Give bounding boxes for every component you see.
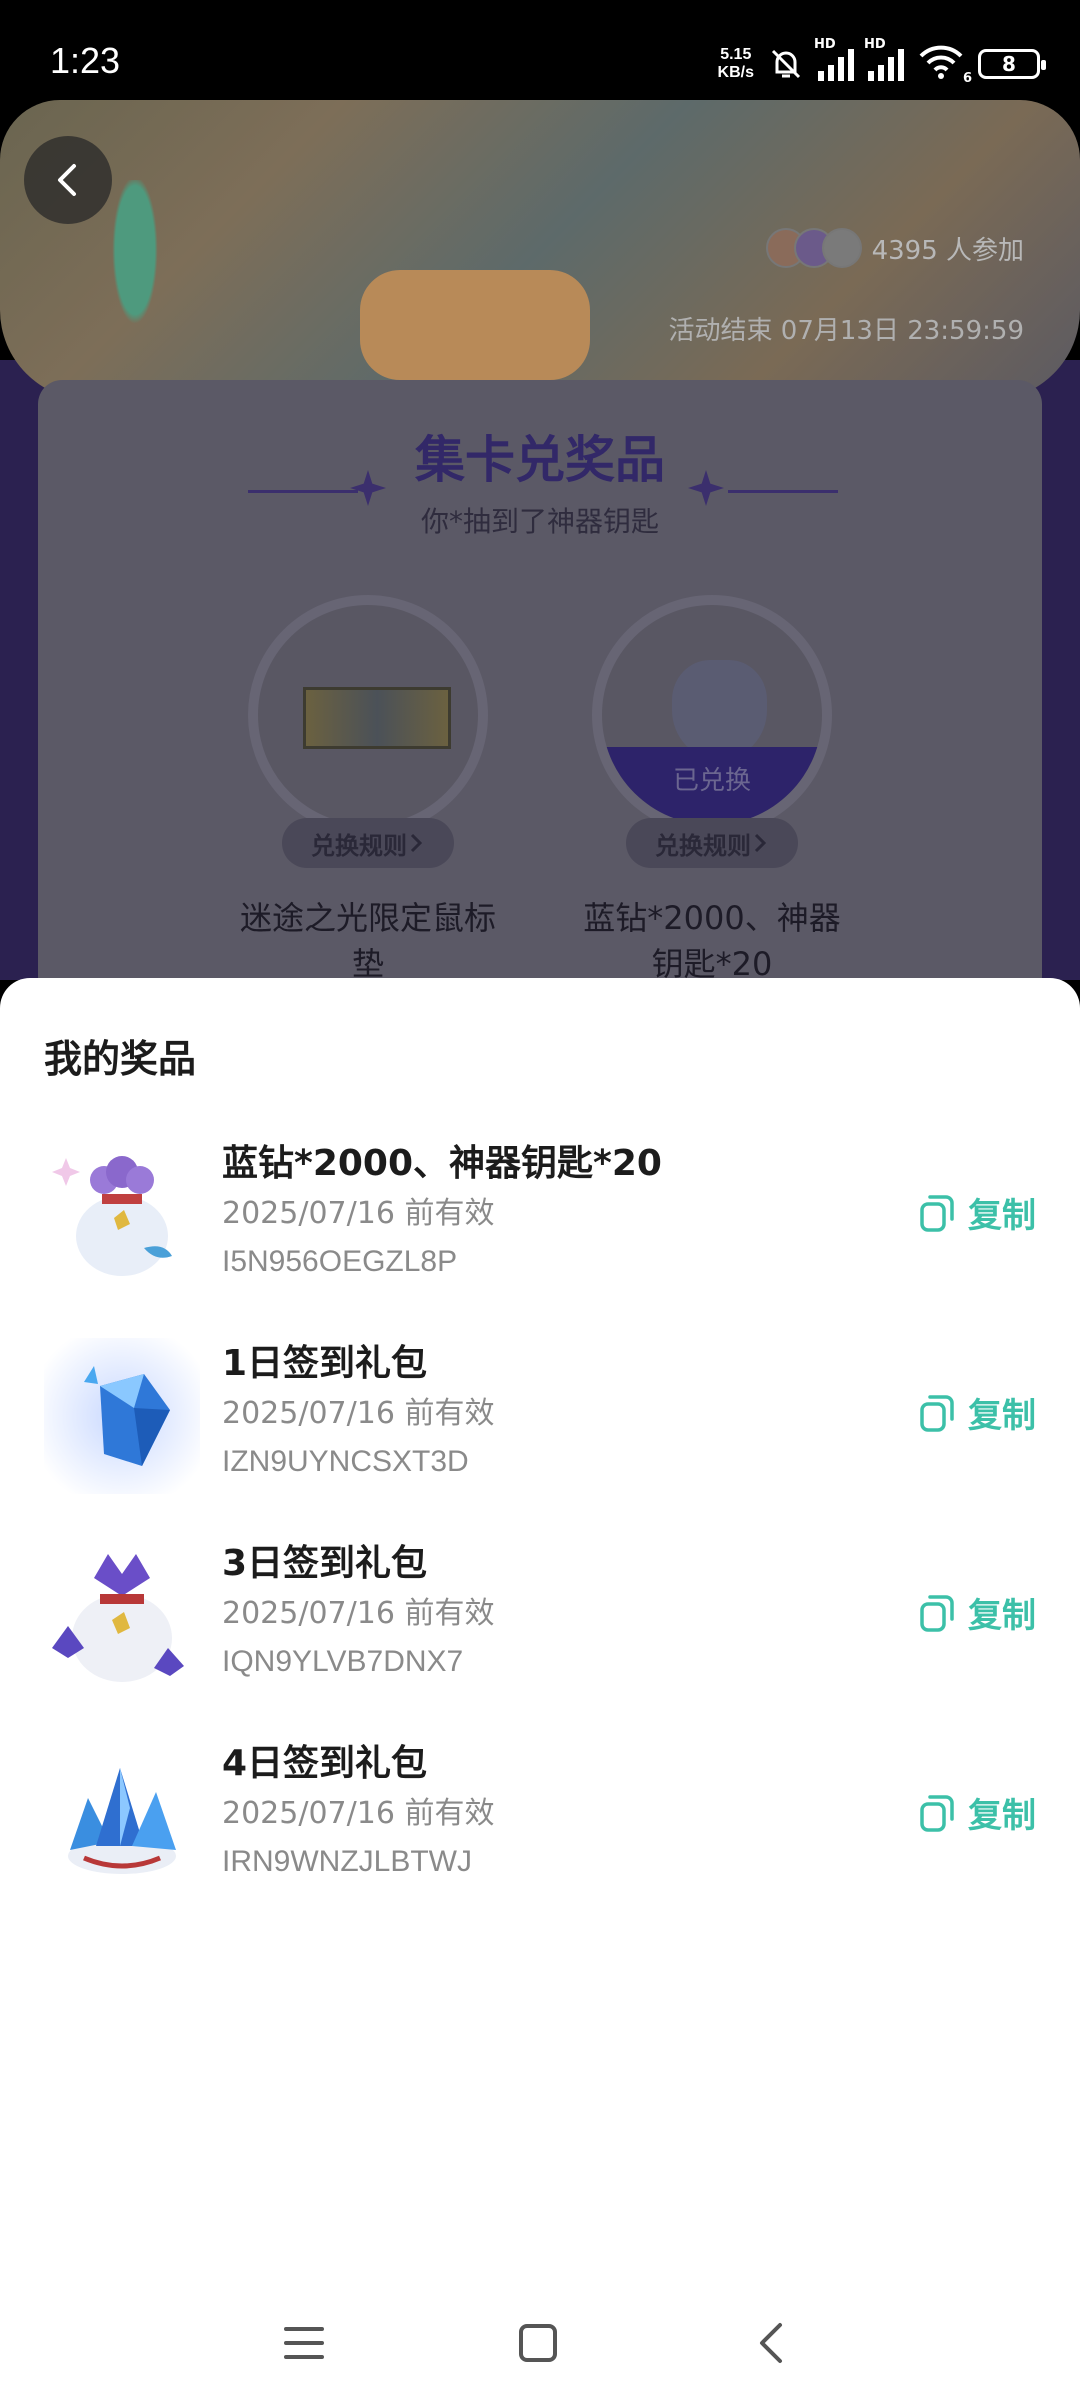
system-navigation-bar (0, 2283, 1080, 2403)
rule-label: 兑换规则 (311, 831, 407, 860)
prize-list-item: 蓝钻*2000、神器钥匙*20 2025/07/16 前有效 I5N956OEG… (0, 1138, 1080, 1318)
gift-bag-thumbnail (52, 1156, 172, 1276)
prize-info: 1日签到礼包 2025/07/16 前有效 IZN9UYNCSXT3D (222, 1338, 494, 1486)
copy-icon (920, 1794, 954, 1832)
chevron-left-icon (58, 164, 76, 196)
crystal-thumbnail (44, 1338, 200, 1494)
hd1-label: HD (814, 37, 836, 52)
prize-info: 3日签到礼包 2025/07/16 前有效 IQN9YLVB7DNX7 (222, 1538, 494, 1686)
prize-code: IQN9YLVB7DNX7 (222, 1645, 464, 1678)
battery-icon: 8 (978, 49, 1046, 79)
prize-expiry: 2025/07/16 前有效 (222, 1196, 495, 1231)
title-line-right (728, 490, 838, 493)
net-speed-unit: KB/s (717, 64, 754, 81)
prize-code: IZN9UYNCSXT3D (222, 1445, 469, 1478)
panel-title: 集卡兑奖品 (38, 420, 1042, 506)
prize-title: 1日签到礼包 (222, 1343, 428, 1384)
prize-list-item: 3日签到礼包 2025/07/16 前有效 IQN9YLVB7DNX7 复制 (0, 1538, 1080, 1718)
participants-info: 4395 人参加 (765, 228, 1024, 268)
prize-title: 3日签到礼包 (222, 1543, 428, 1584)
gift-bag-picture (672, 660, 767, 760)
banner-artwork-drink (95, 180, 175, 380)
menu-icon (284, 2327, 324, 2359)
prize-expiry: 2025/07/16 前有效 (222, 1796, 495, 1831)
back-button[interactable] (24, 136, 112, 224)
mute-bell-icon (771, 49, 801, 79)
prize-code: I5N956OEGZL8P (222, 1245, 458, 1278)
status-icons: 5.15 KB/s HD HD 6 8 (718, 37, 1046, 88)
copy-button[interactable]: 复制 (918, 1588, 1036, 1637)
prize-title: 蓝钻*2000、神器钥匙*20 (222, 1143, 662, 1184)
prize-mousepad-image[interactable] (248, 595, 488, 835)
copy-icon (920, 1594, 954, 1632)
wifi-icon: 6 (918, 44, 972, 86)
collect-cards-panel: 集卡兑奖品 你*抽到了神器钥匙 兑换规则 迷途之光限定鼠标垫 已兑换 兑换规则 … (38, 380, 1042, 1000)
prize-expiry: 2025/07/16 前有效 (222, 1596, 495, 1631)
copy-button[interactable]: 复制 (918, 1388, 1036, 1437)
panel-title-text: 集卡兑奖品 (415, 431, 665, 489)
prize-info: 蓝钻*2000、神器钥匙*20 2025/07/16 前有效 I5N956OEG… (222, 1138, 662, 1286)
copy-button[interactable]: 复制 (918, 1188, 1036, 1237)
panel-subtitle: 你*抽到了神器钥匙 (420, 505, 659, 538)
gift-bag-thumbnail (52, 1554, 184, 1682)
prize-list-item: 4日签到礼包 2025/07/16 前有效 IRN9WNZJLBTWJ 复制 (0, 1738, 1080, 1918)
home-button[interactable] (514, 2319, 562, 2367)
prize-title: 4日签到礼包 (222, 1743, 428, 1784)
battery-level: 8 (1002, 52, 1016, 76)
exchange-rule-button[interactable]: 兑换规则 (626, 818, 798, 868)
prize-code: IRN9WNZJLBTWJ (222, 1845, 472, 1878)
rule-label: 兑换规则 (655, 831, 751, 860)
prize-list-item: 1日签到礼包 2025/07/16 前有效 IZN9UYNCSXT3D 复制 (0, 1338, 1080, 1518)
prize-name: 迷途之光限定鼠标垫 (239, 899, 496, 983)
net-speed-value: 5.15 (720, 46, 752, 63)
hd2-label: HD (864, 37, 886, 52)
banner-artwork-cake (360, 270, 590, 380)
sheet-title: 我的奖品 (44, 1037, 197, 1081)
prize-name: 蓝钻*2000、神器钥匙*20 (583, 899, 841, 983)
signal-2-icon: HD (864, 37, 904, 81)
participant-avatars (765, 228, 862, 268)
copy-button[interactable]: 复制 (918, 1788, 1036, 1837)
chevron-right-icon (410, 833, 423, 853)
copy-icon (920, 1394, 954, 1432)
title-line-left (248, 490, 358, 493)
signal-1-icon: HD (814, 37, 854, 81)
prize-info: 4日签到礼包 2025/07/16 前有效 IRN9WNZJLBTWJ (222, 1738, 494, 1886)
prize-expiry: 2025/07/16 前有效 (222, 1396, 495, 1431)
copy-label: 复制 (968, 1196, 1036, 1236)
exchange-rule-button[interactable]: 兑换规则 (282, 818, 454, 868)
crystal-cluster-thumbnail (68, 1768, 176, 1874)
my-prizes-sheet: 我的奖品 蓝钻*2000、神器钥匙*20 2025/07/16 前有效 I5N9… (0, 978, 1080, 2403)
back-icon (760, 2323, 782, 2363)
exchanged-badge: 已兑换 (602, 747, 822, 825)
status-time: 1:23 (50, 40, 121, 81)
prize-bundle-image[interactable]: 已兑换 (592, 595, 832, 835)
back-nav-button[interactable] (748, 2319, 796, 2367)
mousepad-picture (303, 687, 451, 749)
copy-icon (920, 1194, 954, 1232)
home-icon (519, 2324, 557, 2362)
event-end-time: 活动结束 07月13日 23:59:59 (668, 316, 1024, 346)
copy-label: 复制 (968, 1796, 1036, 1836)
copy-label: 复制 (968, 1396, 1036, 1436)
menu-button[interactable] (280, 2319, 328, 2367)
net-speed: 5.15 KB/s (718, 46, 754, 82)
wifi-badge: 6 (962, 71, 972, 86)
copy-label: 复制 (968, 1596, 1036, 1636)
participants-count: 4395 人参加 (871, 235, 1024, 266)
chevron-right-icon (754, 833, 767, 853)
